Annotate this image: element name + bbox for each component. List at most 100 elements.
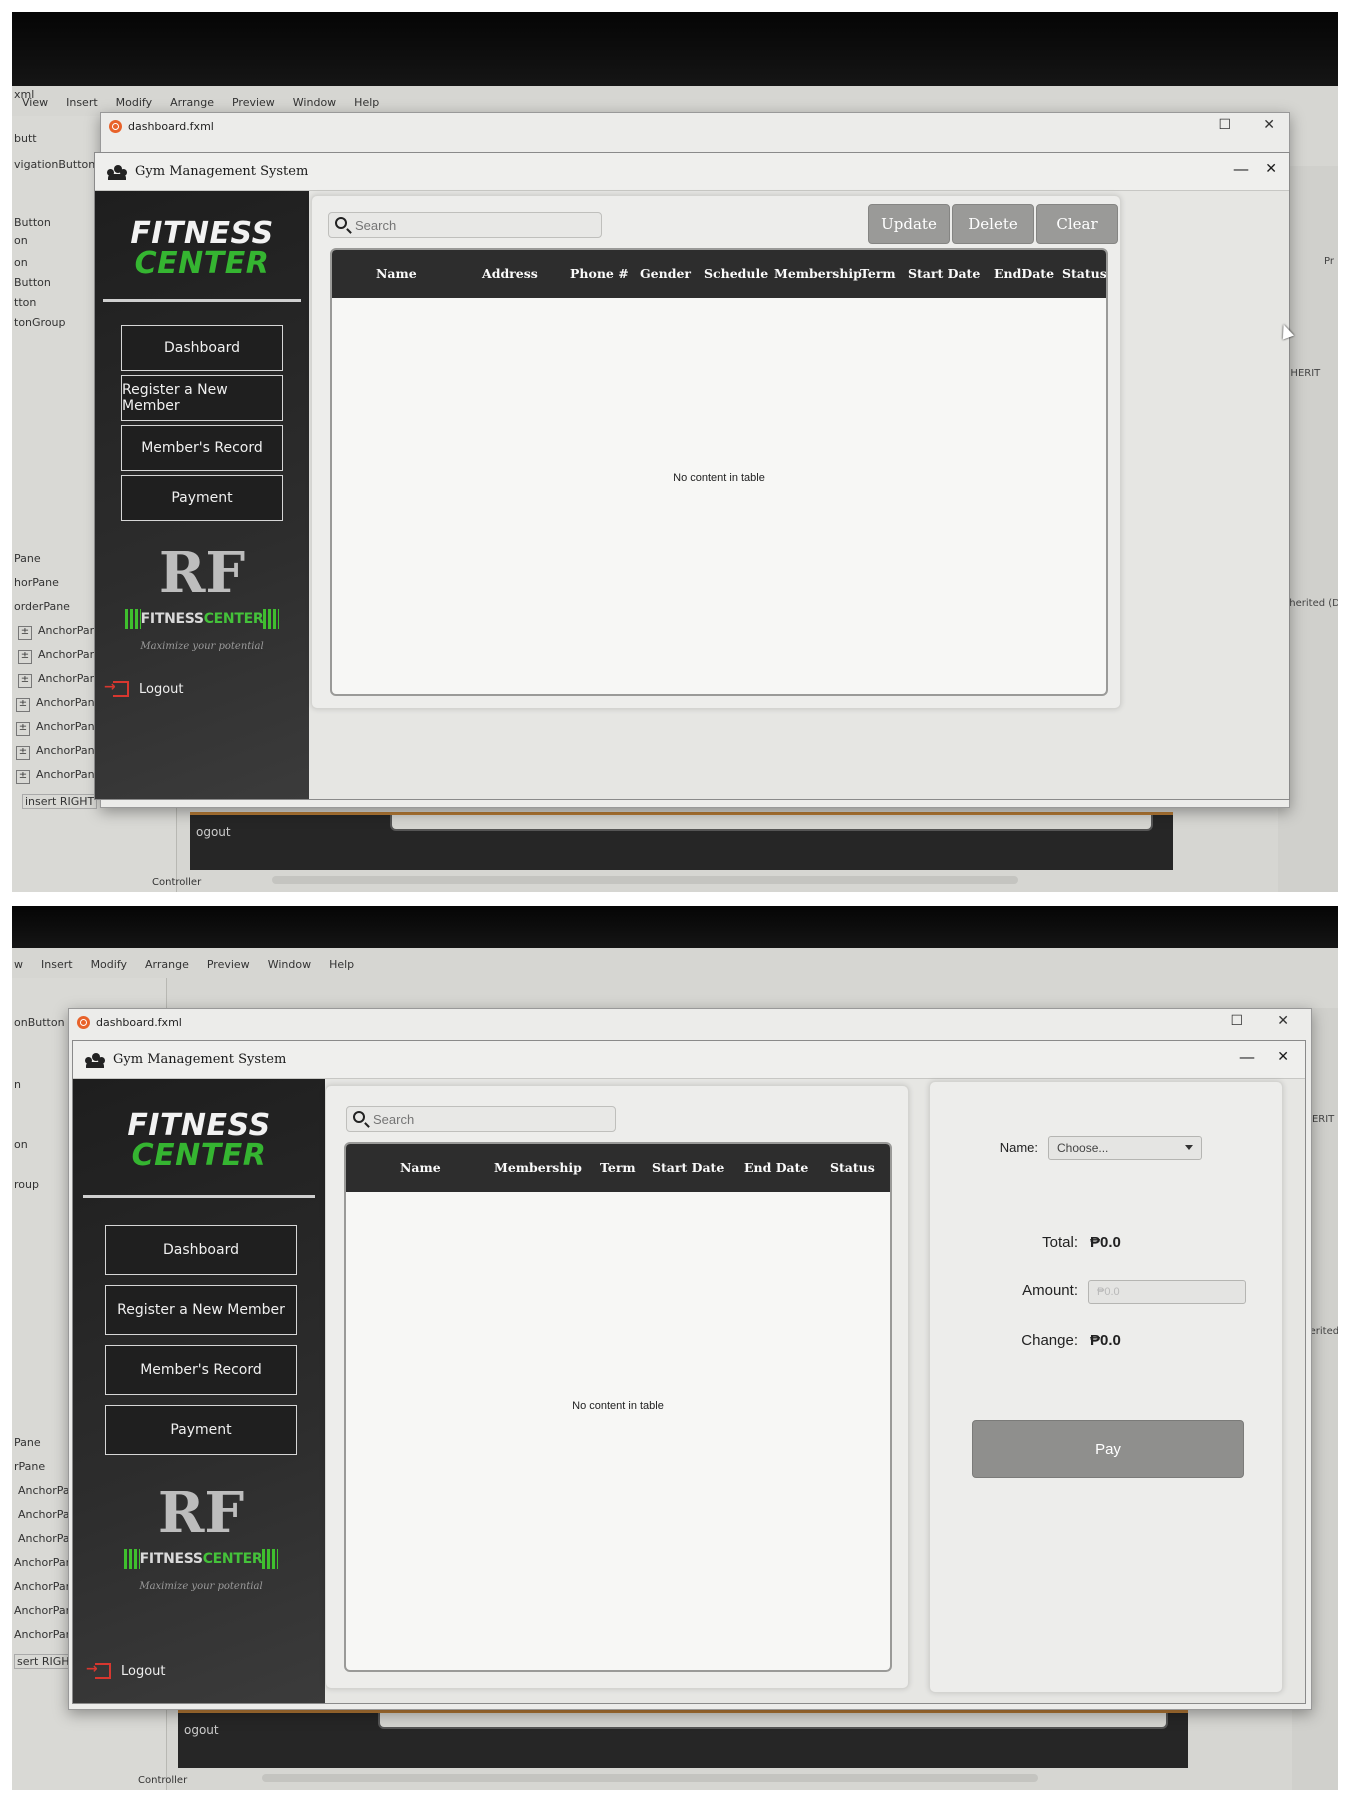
library-item[interactable]: roup bbox=[14, 1178, 39, 1191]
menu-insert[interactable]: Insert bbox=[66, 96, 98, 116]
nav-dashboard-button[interactable]: Dashboard bbox=[121, 325, 283, 371]
library-item[interactable]: on bbox=[14, 1138, 28, 1151]
canvas-pane bbox=[390, 815, 1153, 831]
column-status[interactable]: Status bbox=[830, 1160, 875, 1175]
hierarchy-node[interactable]: AnchorPane bbox=[16, 720, 101, 736]
library-item[interactable]: xml bbox=[14, 88, 34, 101]
change-value: ₱0.0 bbox=[1090, 1332, 1121, 1349]
close-icon[interactable]: ✕ bbox=[1265, 161, 1277, 177]
brand-line-1: FITNESS bbox=[127, 1108, 271, 1143]
hierarchy-item[interactable]: orderPane bbox=[14, 600, 70, 613]
column-term[interactable]: Term bbox=[600, 1160, 636, 1175]
nav-payment-button[interactable]: Payment bbox=[121, 475, 283, 521]
preview-file-name: dashboard.fxml bbox=[128, 119, 214, 133]
logo-rf-mark: RF bbox=[157, 1480, 245, 1546]
nav-records-button[interactable]: Member's Record bbox=[121, 425, 283, 471]
minimize-icon[interactable]: — bbox=[1233, 159, 1249, 178]
maximize-icon[interactable]: ☐ bbox=[1230, 1013, 1243, 1029]
total-value: ₱0.0 bbox=[1090, 1234, 1121, 1251]
clear-button[interactable]: Clear bbox=[1036, 204, 1118, 244]
hierarchy-node[interactable]: AnchorPan bbox=[18, 672, 97, 688]
hierarchy-node[interactable]: AnchorPan bbox=[18, 624, 97, 640]
hierarchy-node[interactable]: AnchorPane bbox=[16, 744, 101, 760]
controller-tab[interactable]: Controller bbox=[152, 877, 201, 888]
library-item[interactable]: tton bbox=[14, 296, 36, 309]
column-gender[interactable]: Gender bbox=[640, 266, 691, 281]
amount-field[interactable]: ₱0.0 bbox=[1088, 1280, 1246, 1304]
nav-register-button[interactable]: Register a New Member bbox=[105, 1285, 297, 1335]
close-icon[interactable]: ✕ bbox=[1263, 117, 1275, 133]
payments-table: Name Membership Term Start Date End Date… bbox=[344, 1142, 892, 1672]
controller-tab[interactable]: Controller bbox=[138, 1775, 187, 1786]
column-status[interactable]: Status bbox=[1062, 266, 1106, 281]
pay-button[interactable]: Pay bbox=[972, 1420, 1244, 1478]
column-membership[interactable]: Membership bbox=[774, 266, 862, 281]
library-item[interactable]: n bbox=[14, 1078, 21, 1091]
fxml-canvas: ogout bbox=[178, 1710, 1188, 1768]
library-item[interactable]: vigationButton bbox=[14, 158, 95, 171]
hierarchy-item[interactable]: Pane bbox=[14, 1436, 41, 1449]
brand-line-2: CENTER bbox=[134, 246, 270, 281]
logo-tagline: Maximize your potential bbox=[140, 641, 264, 652]
column-membership[interactable]: Membership bbox=[494, 1160, 582, 1175]
menu-window[interactable]: Window bbox=[268, 958, 311, 978]
delete-button[interactable]: Delete bbox=[952, 204, 1034, 244]
search-field[interactable] bbox=[328, 212, 602, 238]
column-address[interactable]: Address bbox=[482, 266, 538, 281]
hierarchy-item[interactable]: rPane bbox=[14, 1460, 45, 1473]
inspector-text: Pr bbox=[1324, 256, 1334, 267]
menu-preview[interactable]: Preview bbox=[207, 958, 250, 978]
column-start-date[interactable]: Start Date bbox=[652, 1160, 724, 1175]
nav-payment-button[interactable]: Payment bbox=[105, 1405, 297, 1455]
nav-dashboard-button[interactable]: Dashboard bbox=[105, 1225, 297, 1275]
column-start-date[interactable]: Start Date bbox=[908, 266, 980, 281]
people-icon bbox=[107, 164, 127, 180]
column-name[interactable]: Name bbox=[376, 266, 417, 281]
close-icon[interactable]: ✕ bbox=[1277, 1013, 1289, 1029]
library-item[interactable]: Button bbox=[14, 276, 51, 289]
menu-help[interactable]: Help bbox=[329, 958, 354, 978]
nav-register-button[interactable]: Register a New Member bbox=[121, 375, 283, 421]
menu-view[interactable]: w bbox=[14, 958, 23, 978]
insert-right-label: insert RIGHT bbox=[22, 794, 98, 809]
minimize-icon[interactable]: — bbox=[1239, 1047, 1255, 1066]
hierarchy-item[interactable]: Pane bbox=[14, 552, 41, 565]
logout-button[interactable]: Logout bbox=[86, 1661, 166, 1679]
library-item[interactable]: on bbox=[14, 234, 28, 247]
column-end-date[interactable]: End Date bbox=[744, 1160, 808, 1175]
canvas-scrollbar[interactable] bbox=[272, 876, 1018, 884]
library-item[interactable]: tonGroup bbox=[14, 316, 66, 329]
name-label: Name: bbox=[999, 1140, 1038, 1155]
menu-modify[interactable]: Modify bbox=[91, 958, 127, 978]
column-schedule[interactable]: Schedule bbox=[704, 266, 768, 281]
column-name[interactable]: Name bbox=[400, 1160, 441, 1175]
column-end-date[interactable]: EndDate bbox=[994, 266, 1054, 281]
search-input[interactable] bbox=[355, 217, 601, 233]
close-icon[interactable]: ✕ bbox=[1277, 1049, 1289, 1065]
search-field[interactable] bbox=[346, 1106, 616, 1132]
monitor-bezel bbox=[12, 12, 1338, 86]
member-name-select[interactable]: Choose... bbox=[1048, 1136, 1202, 1160]
column-phone[interactable]: Phone # bbox=[570, 266, 629, 281]
nav-records-button[interactable]: Member's Record bbox=[105, 1345, 297, 1395]
hierarchy-node[interactable]: AnchorPane bbox=[16, 696, 101, 712]
library-item[interactable]: butt bbox=[14, 132, 37, 145]
library-item[interactable]: on bbox=[14, 256, 28, 269]
sidebar: FITNESS CENTER Dashboard Register a New … bbox=[95, 191, 309, 799]
update-button[interactable]: Update bbox=[868, 204, 950, 244]
sidebar: FITNESS CENTER Dashboard Register a New … bbox=[73, 1079, 325, 1703]
library-item[interactable]: Button bbox=[14, 216, 51, 229]
maximize-icon[interactable]: ☐ bbox=[1218, 117, 1231, 133]
logo-tagline: Maximize your potential bbox=[139, 1581, 263, 1592]
menu-insert[interactable]: Insert bbox=[41, 958, 73, 978]
hierarchy-node[interactable]: AnchorPan bbox=[18, 648, 97, 664]
column-term[interactable]: Term bbox=[860, 266, 896, 281]
library-item[interactable]: onButton bbox=[14, 1016, 65, 1029]
canvas-scrollbar[interactable] bbox=[262, 1774, 1038, 1782]
hierarchy-item[interactable]: horPane bbox=[14, 576, 59, 589]
menu-arrange[interactable]: Arrange bbox=[145, 958, 189, 978]
brand-title: FITNESS CENTER bbox=[73, 1111, 325, 1171]
hierarchy-node[interactable]: AnchorPane bbox=[16, 768, 101, 784]
search-input[interactable] bbox=[373, 1111, 615, 1127]
logout-button[interactable]: Logout bbox=[104, 679, 184, 697]
